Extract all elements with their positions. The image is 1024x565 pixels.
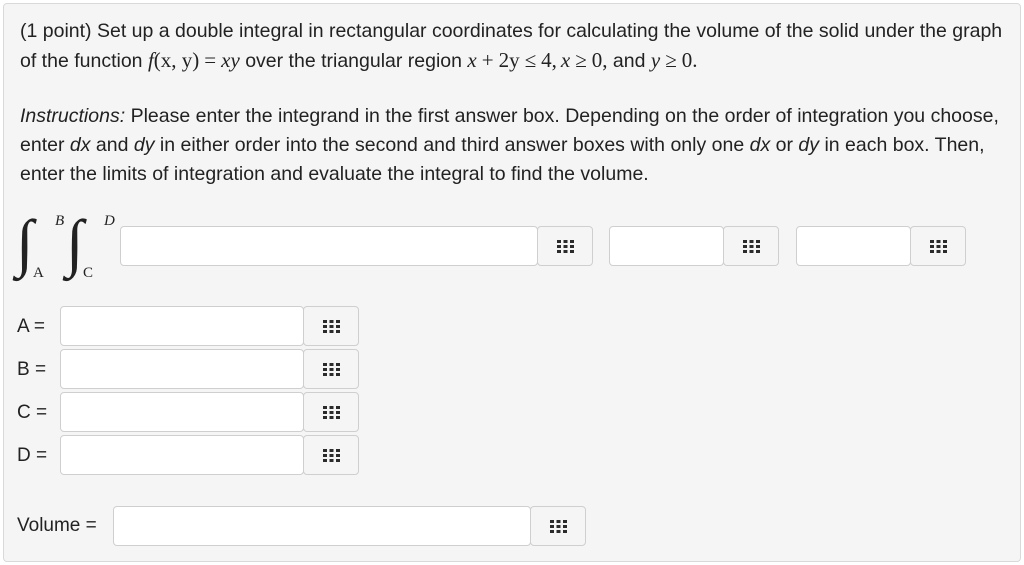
grid-icon xyxy=(322,405,340,419)
volume-input[interactable] xyxy=(113,506,531,546)
outer-upper-limit: B xyxy=(55,213,65,229)
inner-lower-limit: C xyxy=(83,265,94,281)
limit-d-label: D = xyxy=(17,445,48,466)
and-text: and xyxy=(612,49,646,72)
grid-icon xyxy=(322,448,340,462)
limit-b-label: B = xyxy=(17,359,47,380)
limit-a-input[interactable] xyxy=(60,306,304,346)
problem-statement: (1 point) Set up a double integral in re… xyxy=(20,17,1010,75)
problem-text-region: over the triangular region xyxy=(245,49,462,72)
grid-icon xyxy=(742,239,760,253)
limit-a-label: A = xyxy=(17,316,45,337)
limit-b-input[interactable] xyxy=(60,349,304,389)
volume-equation-editor-button[interactable] xyxy=(530,506,586,546)
limit-c-label: C = xyxy=(17,402,48,423)
grid-icon xyxy=(549,519,567,533)
points-label: (1 point) xyxy=(20,20,92,42)
outer-lower-limit: A xyxy=(33,265,44,281)
instructions: Instructions: Please enter the integrand… xyxy=(20,105,999,185)
outer-integral-sign: ∫ xyxy=(16,207,34,278)
grid-icon xyxy=(556,239,574,253)
limit-d-input[interactable] xyxy=(60,435,304,475)
grid-icon xyxy=(322,362,340,376)
differential-1-equation-editor-button[interactable] xyxy=(723,226,779,266)
limit-a-equation-editor-button[interactable] xyxy=(303,306,359,346)
limit-b-equation-editor-button[interactable] xyxy=(303,349,359,389)
differential-1-input[interactable] xyxy=(609,226,724,266)
volume-label: Volume = xyxy=(17,515,97,536)
double-integral-sign: ∫ B A ∫ D C xyxy=(16,204,126,284)
problem-panel: (1 point) Set up a double integral in re… xyxy=(3,3,1021,562)
region-expression: x +2y ≤4, x ≥0, xyxy=(467,47,608,72)
instructions-label: Instructions: xyxy=(20,105,126,127)
integrand-equation-editor-button[interactable] xyxy=(537,226,593,266)
integrand-input[interactable] xyxy=(120,226,538,266)
inner-upper-limit: D xyxy=(104,213,115,229)
grid-icon xyxy=(929,239,947,253)
grid-icon xyxy=(322,319,340,333)
differential-2-equation-editor-button[interactable] xyxy=(910,226,966,266)
limit-c-input[interactable] xyxy=(60,392,304,432)
function-expression: f(x, y) = xy xyxy=(147,47,240,72)
limit-c-equation-editor-button[interactable] xyxy=(303,392,359,432)
region-expression-y: y ≥0. xyxy=(650,47,698,72)
inner-integral-sign: ∫ xyxy=(66,207,84,278)
differential-2-input[interactable] xyxy=(796,226,911,266)
limit-d-equation-editor-button[interactable] xyxy=(303,435,359,475)
